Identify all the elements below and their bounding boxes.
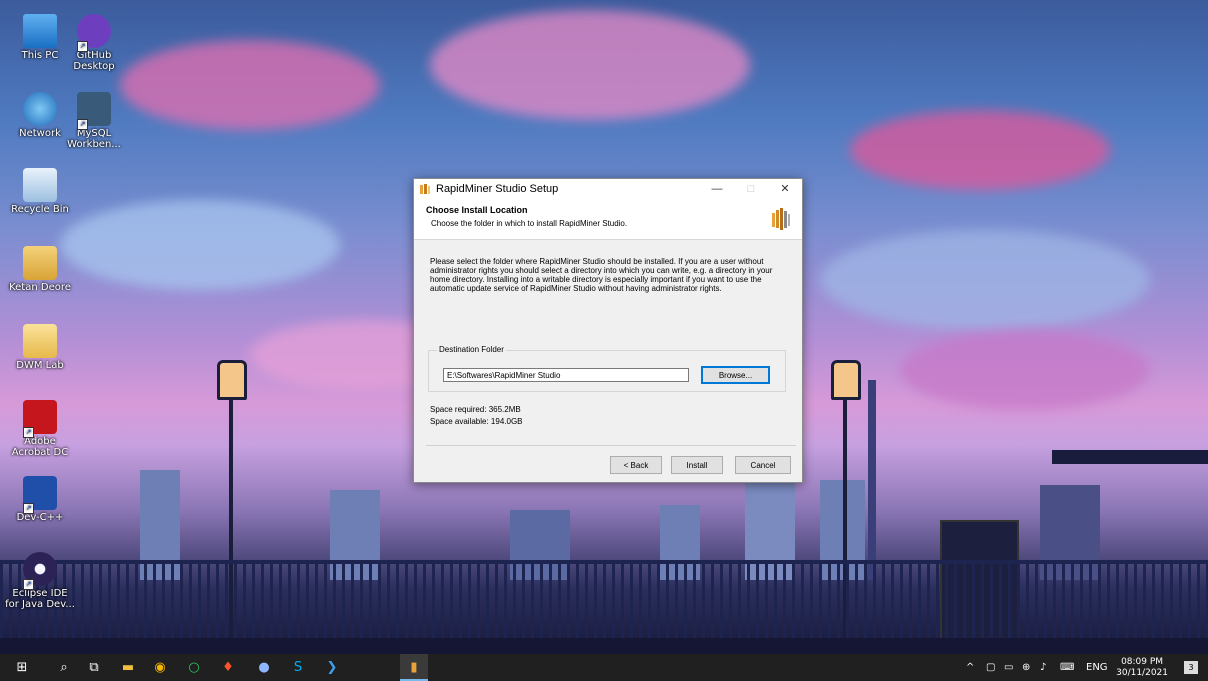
notification-count: 3	[1188, 663, 1194, 672]
install-description: Please select the folder where RapidMine…	[430, 257, 773, 293]
desktop-icon-label: This PC	[21, 50, 59, 61]
cancel-button[interactable]: Cancel	[735, 456, 791, 474]
minimize-button[interactable]: —	[700, 179, 734, 199]
taskbar: ⊞ ⌕ ⧉ ▬ ◉ ○ ♦ ● S ❯ ▮ ^ ▢ ▭ ⊕ ♪ ⌨ ENG 08…	[0, 654, 1208, 681]
desktop-icon-label: Eclipse IDE for Java Dev...	[5, 588, 75, 610]
bus-shelter-roof	[1052, 450, 1208, 464]
brave-icon[interactable]: ♦	[214, 654, 242, 681]
destination-folder-group: Destination Folder E:\Softwares\RapidMin…	[428, 345, 786, 392]
maximize-button: □	[747, 183, 755, 195]
dialog-header: Choose Install Location Choose the folde…	[414, 199, 802, 240]
destination-path-input[interactable]: E:\Softwares\RapidMiner Studio	[443, 368, 689, 382]
white-cloud	[820, 230, 1150, 330]
network-icon	[23, 92, 57, 126]
setup-dialog: RapidMiner Studio Setup — □ ✕ Choose Ins…	[413, 178, 803, 483]
messages-icon[interactable]: ●	[250, 654, 278, 681]
tray-chevron-icon[interactable]: ^	[966, 654, 974, 681]
volume-icon[interactable]: ♪	[1040, 654, 1046, 681]
railing	[0, 560, 1208, 644]
shortcut-arrow-icon: ↗	[23, 579, 34, 590]
white-cloud	[60, 200, 340, 290]
meet-now-icon[interactable]: ▢	[986, 654, 995, 681]
desktop-icon-devcpp[interactable]: ↗ Dev-C++	[4, 476, 76, 523]
desktop-icon-acrobat[interactable]: ↗ Adobe Acrobat DC	[4, 400, 76, 458]
rapidminer-logo-icon	[772, 208, 790, 230]
window-title: RapidMiner Studio Setup	[436, 183, 559, 195]
desktop-icon-label: Ketan Deore	[9, 282, 71, 293]
page-title: Choose Install Location	[426, 205, 528, 215]
desktop-icon-user-folder[interactable]: Ketan Deore	[4, 246, 76, 293]
folder-icon	[23, 324, 57, 358]
lamp-light	[217, 360, 247, 400]
pink-cloud	[900, 330, 1150, 410]
desktop-icon-label: MySQL Workben...	[67, 128, 121, 150]
keyboard-icon[interactable]: ⌨	[1060, 654, 1074, 681]
close-button[interactable]: ✕	[768, 179, 802, 199]
ground	[0, 638, 1208, 654]
desktop-icon-label: Adobe Acrobat DC	[11, 436, 69, 458]
desktop-icon-dwm-lab[interactable]: DWM Lab	[4, 324, 76, 371]
skype-icon[interactable]: S	[284, 654, 312, 681]
chrome-icon[interactable]: ◉	[146, 654, 174, 681]
network-tray-icon[interactable]: ⊕	[1022, 654, 1030, 681]
tower	[868, 380, 876, 580]
cortana-icon[interactable]: ○	[180, 654, 208, 681]
desktop-icon-github[interactable]: ↗ GitHub Desktop	[58, 14, 130, 72]
rapidminer-icon[interactable]: ▮	[400, 654, 428, 681]
search-icon[interactable]: ⌕	[50, 654, 78, 681]
desktop-icon-label: Network	[19, 128, 61, 139]
desktop-icon-eclipse[interactable]: ↗ Eclipse IDE for Java Dev...	[4, 552, 76, 610]
page-subtitle: Choose the folder in which to install Ra…	[431, 219, 628, 228]
shortcut-arrow-icon: ↗	[77, 119, 88, 130]
recycle-bin-icon	[23, 168, 57, 202]
language-indicator[interactable]: ENG	[1086, 654, 1108, 681]
user-folder-icon	[23, 246, 57, 280]
pink-cloud	[850, 110, 1110, 190]
desktop-icon-label: Recycle Bin	[11, 204, 69, 215]
clock-date: 30/11/2021	[1116, 668, 1168, 678]
battery-icon[interactable]: ▭	[1004, 654, 1013, 681]
shortcut-arrow-icon: ↗	[23, 503, 34, 514]
space-available: Space available: 194.0GB	[430, 417, 523, 426]
browse-button[interactable]: Browse...	[701, 366, 770, 384]
desktop-icon-label: DWM Lab	[16, 360, 64, 371]
shortcut-arrow-icon: ↗	[23, 427, 34, 438]
desktop-icon-recycle-bin[interactable]: Recycle Bin	[4, 168, 76, 215]
windows-start-icon[interactable]: ⊞	[8, 654, 36, 681]
rapidminer-app-icon	[420, 184, 430, 194]
back-button[interactable]: < Back	[610, 456, 662, 474]
system-clock[interactable]: 08:09 PM 30/11/2021	[1116, 657, 1168, 679]
clock-time: 08:09 PM	[1121, 657, 1164, 667]
destination-folder-label: Destination Folder	[437, 345, 506, 354]
desktop-icon-label: GitHub Desktop	[73, 50, 115, 72]
notification-center-icon[interactable]: 3	[1184, 661, 1198, 674]
space-required: Space required: 365.2MB	[430, 405, 521, 414]
computer-icon	[23, 14, 57, 48]
lamp-light	[831, 360, 861, 400]
install-button[interactable]: Install	[671, 456, 723, 474]
pink-cloud	[120, 40, 380, 130]
divider	[426, 445, 796, 446]
task-view-icon[interactable]: ⧉	[80, 654, 108, 681]
desktop-icon-mysql[interactable]: ↗ MySQL Workben...	[58, 92, 130, 150]
shortcut-arrow-icon: ↗	[77, 41, 88, 52]
vscode-icon[interactable]: ❯	[318, 654, 346, 681]
title-bar[interactable]: RapidMiner Studio Setup — □ ✕	[414, 179, 802, 199]
file-explorer-icon[interactable]: ▬	[114, 654, 142, 681]
pink-cloud	[430, 10, 750, 120]
